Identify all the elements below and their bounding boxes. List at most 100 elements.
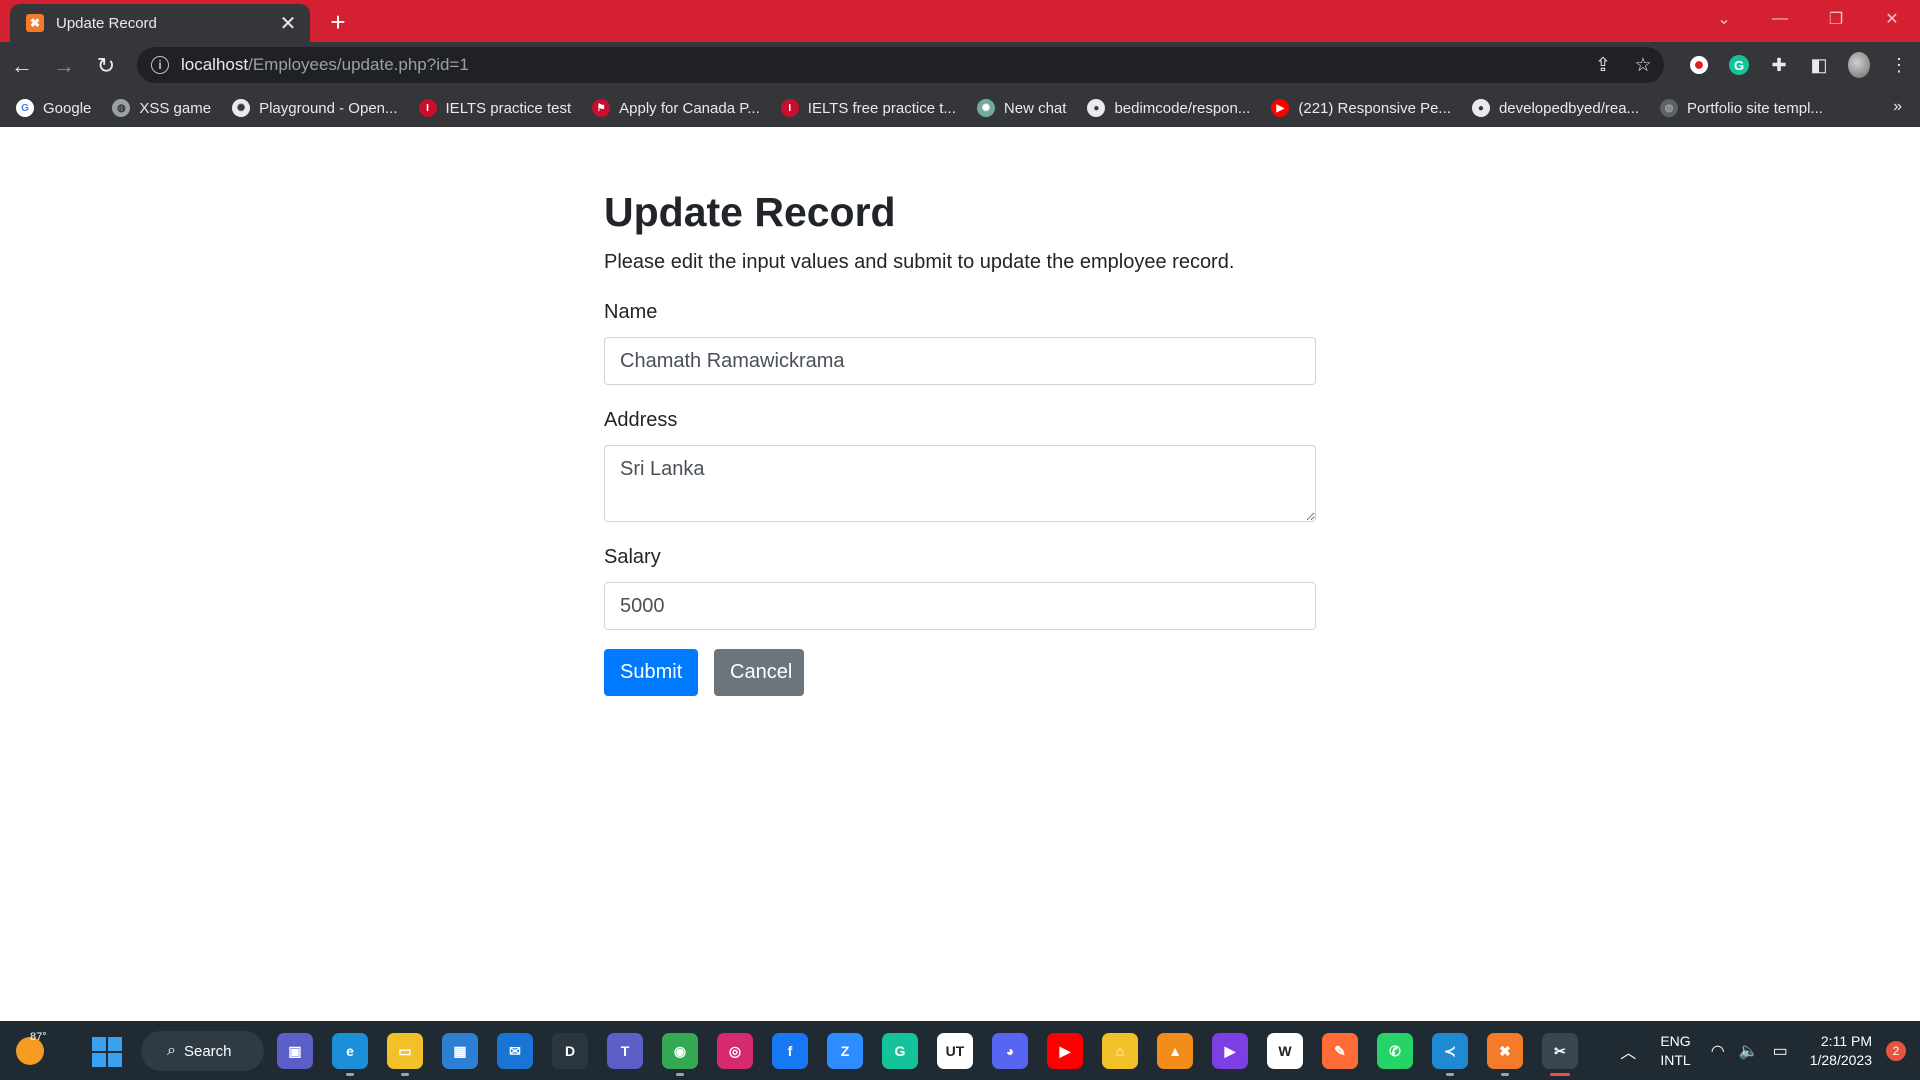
bookmark-label: developedbyed/rea... xyxy=(1498,99,1640,117)
windows-start-icon[interactable] xyxy=(92,1037,122,1067)
postman-icon[interactable]: ✎ xyxy=(1322,1033,1358,1069)
tab-close-icon[interactable]: ✕ xyxy=(278,11,298,36)
globe-icon: ◍ xyxy=(1660,99,1679,117)
ielts-icon: I xyxy=(780,99,799,117)
minimize-icon[interactable]: — xyxy=(1752,0,1808,38)
bookmark-item[interactable]: ✺ Playground - Open... xyxy=(232,99,398,117)
new-tab-button[interactable]: + xyxy=(322,6,354,38)
window-controls: ⌄ — ❐ ✕ xyxy=(1696,0,1920,38)
xampp-icon[interactable]: ✖ xyxy=(1487,1033,1523,1076)
side-panel-icon[interactable]: ◧ xyxy=(1808,54,1830,76)
zoom-icon[interactable]: Z xyxy=(827,1033,863,1069)
grammarly-extension-icon[interactable]: G xyxy=(1728,54,1750,76)
bookmark-item[interactable]: ◍ Portfolio site templ... xyxy=(1660,99,1823,117)
discord-icon[interactable]: ◕ xyxy=(992,1033,1028,1069)
edge-icon[interactable]: e xyxy=(332,1033,368,1076)
bookmark-item[interactable]: I IELTS practice test xyxy=(418,99,572,117)
share-icon[interactable]: ⇪ xyxy=(1592,54,1614,77)
tray-overflow-icon[interactable]: ︿ xyxy=(1620,1039,1636,1063)
bookmark-label: Playground - Open... xyxy=(259,99,398,117)
teams-icon[interactable]: T xyxy=(607,1033,643,1069)
address-label: Address xyxy=(604,409,678,431)
vscode-icon[interactable]: ≺ xyxy=(1432,1033,1468,1076)
whatsapp-icon[interactable]: ✆ xyxy=(1377,1033,1413,1069)
bookmark-item[interactable]: ⚑ Apply for Canada P... xyxy=(592,99,760,117)
back-arrow-icon[interactable]: ← xyxy=(2,48,42,84)
ielts-icon: I xyxy=(418,99,437,117)
salary-input[interactable] xyxy=(604,582,1316,630)
bookmark-item[interactable]: ✺ New chat xyxy=(976,99,1066,117)
github-icon: ● xyxy=(1087,99,1106,117)
cancel-button[interactable]: Cancel xyxy=(714,649,804,696)
taskbar-search[interactable]: ⌕ Search xyxy=(141,1031,264,1071)
bookmark-item[interactable]: I IELTS free practice t... xyxy=(780,99,956,117)
canada-icon: ⚑ xyxy=(592,99,611,117)
intro-text: Please edit the input values and submit … xyxy=(604,251,1235,273)
vpn-icon[interactable]: ⌂ xyxy=(1102,1033,1138,1069)
bookmark-label: IELTS free practice t... xyxy=(807,99,956,117)
forward-arrow-icon[interactable]: → xyxy=(44,48,84,84)
bookmark-label: bedimcode/respon... xyxy=(1114,99,1251,117)
google-icon: G xyxy=(16,99,34,117)
visual-studio-icon[interactable]: ▶ xyxy=(1212,1033,1248,1069)
address-bar[interactable]: i localhost/Employees/update.php?id=1 ⇪ … xyxy=(137,47,1664,83)
bookmark-item[interactable]: ● developedbyed/rea... xyxy=(1471,99,1640,117)
bookmark-label: XSS game xyxy=(139,99,212,117)
profile-avatar[interactable] xyxy=(1848,52,1870,78)
site-info-icon[interactable]: i xyxy=(151,56,169,74)
close-window-icon[interactable]: ✕ xyxy=(1864,0,1920,38)
github-icon: ● xyxy=(1471,99,1490,117)
store-icon[interactable]: ▦ xyxy=(442,1033,478,1069)
tab-search-icon[interactable]: ⌄ xyxy=(1696,0,1752,38)
bookmark-label: IELTS practice test xyxy=(445,99,572,117)
browser-tab-active[interactable]: ✖ Update Record ✕ xyxy=(10,4,310,42)
facebook-icon[interactable]: f xyxy=(772,1033,808,1069)
openai-icon: ✺ xyxy=(232,99,251,117)
vlc-icon[interactable]: ▲ xyxy=(1157,1033,1193,1069)
notification-badge[interactable]: 2 xyxy=(1886,1040,1906,1061)
weather-widget[interactable]: 87° xyxy=(14,1031,50,1067)
bookmark-label: Apply for Canada P... xyxy=(619,99,760,117)
wifi-icon: ◠ xyxy=(1710,1042,1725,1060)
xampp-icon: ✖ xyxy=(26,14,44,32)
wikipedia-icon[interactable]: W xyxy=(1267,1033,1303,1069)
tab-title: Update Record xyxy=(56,14,157,32)
taskbar-search-label: Search xyxy=(183,1042,232,1060)
instagram-icon[interactable]: ◎ xyxy=(717,1033,753,1069)
chatgpt-icon: ✺ xyxy=(976,99,995,117)
meet-icon[interactable]: ▣ xyxy=(277,1033,313,1069)
clock[interactable]: 2:11 PM 1/28/2023 xyxy=(1810,1032,1872,1070)
bookmarks-overflow-icon[interactable]: » xyxy=(1893,98,1902,116)
chrome-icon[interactable]: ◉ xyxy=(662,1033,698,1076)
language-code: ENG xyxy=(1660,1032,1691,1049)
address-textarea[interactable]: Sri Lanka xyxy=(604,445,1316,522)
bookmark-label: Portfolio site templ... xyxy=(1687,99,1823,117)
record-extension-icon[interactable] xyxy=(1688,54,1710,76)
menu-kebab-icon[interactable]: ⋮ xyxy=(1888,54,1910,76)
bookmark-item[interactable]: ◍ XSS game xyxy=(112,99,211,117)
dell-icon[interactable]: D xyxy=(552,1033,588,1069)
bookmark-item[interactable]: G Google xyxy=(16,99,91,117)
submit-button[interactable]: Submit xyxy=(604,649,698,696)
page-content: Update Record Please edit the input valu… xyxy=(0,127,1920,1021)
grammarly-icon[interactable]: G xyxy=(882,1033,918,1069)
keyboard-layout: INTL xyxy=(1660,1051,1691,1068)
salary-label: Salary xyxy=(604,546,661,568)
restore-icon[interactable]: ❐ xyxy=(1808,0,1864,38)
weather-temperature: 87° xyxy=(30,1031,47,1043)
extensions-puzzle-icon[interactable]: ✚ xyxy=(1768,54,1790,76)
ut-icon[interactable]: UT xyxy=(937,1033,973,1069)
reload-icon[interactable]: ↻ xyxy=(86,48,126,84)
youtube-icon[interactable]: ▶ xyxy=(1047,1033,1083,1069)
tray-status-icons[interactable]: ◠ 🔈 ▭ xyxy=(1711,1041,1788,1061)
globe-icon: ◍ xyxy=(112,99,131,117)
language-indicator[interactable]: ENG INTL xyxy=(1660,1032,1690,1070)
file-explorer-icon[interactable]: ▭ xyxy=(387,1033,423,1076)
name-input[interactable] xyxy=(604,337,1316,385)
snipping-tool-icon[interactable]: ✂ xyxy=(1542,1033,1578,1076)
bookmark-item[interactable]: ▶ (221) Responsive Pe... xyxy=(1271,99,1451,117)
mail-icon[interactable]: ✉ xyxy=(497,1033,533,1069)
bookmark-label: Google xyxy=(43,99,92,117)
bookmark-item[interactable]: ● bedimcode/respon... xyxy=(1087,99,1250,117)
bookmark-star-icon[interactable]: ☆ xyxy=(1632,54,1654,77)
